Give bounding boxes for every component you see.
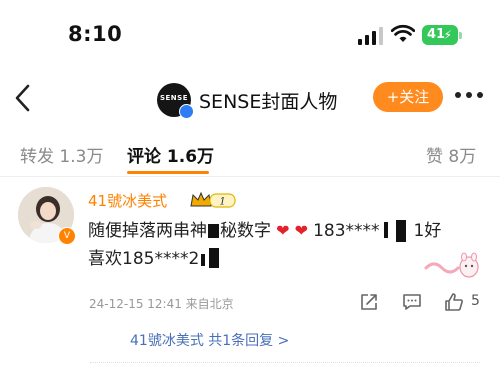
tab-reposts[interactable]: 转发 1.3万 [20,142,103,167]
rank-badge-icon: 1 [190,191,236,208]
more-icon[interactable] [453,92,485,100]
vip-badge-icon: V [58,227,76,245]
comment-line-1: 随便掉落两串神 秘数字 ❤ ❤ 183**** 1好 [88,216,441,242]
like-count: 5 [471,293,480,309]
redaction-mark [383,222,388,238]
comment-line-2: 喜欢185****2 [88,244,220,269]
account-name[interactable]: SENSE封面人物 [199,87,337,114]
comment-text-part-2: 秘数字 [220,221,271,241]
view-replies-link[interactable]: 41號冰美式 共1条回复 > [130,330,289,350]
redaction-mark [208,224,219,238]
redaction-mark [395,220,406,242]
comment-text-part-4: 1好 [413,221,442,241]
active-tab-indicator [127,171,209,174]
redaction-mark [201,254,206,266]
signal-icon [358,27,384,45]
status-time: 8:10 [68,22,123,46]
back-chevron-icon[interactable] [14,84,32,112]
tab-comments[interactable]: 评论 1.6万 [127,142,214,167]
comment-text-part-3: 183**** [313,221,380,241]
share-icon[interactable] [359,292,379,312]
comment-text-part-5: 喜欢185****2 [88,249,200,269]
comment-meta: 24-12-15 12:41 来自北京 [89,297,234,311]
tab-likes[interactable]: 赞 8万 [426,142,476,167]
commenter-name[interactable]: 41號冰美式 [88,190,167,211]
rank-level: 1 [219,197,225,208]
battery-level: 41 [427,27,446,42]
account-logo-text: SENSE [159,94,188,102]
heart-emoji-icon: ❤ [289,221,314,240]
tab-divider [0,176,500,177]
charging-bolt-icon: ⚡ [443,28,452,42]
wifi-icon [391,24,415,42]
heart-emoji-icon: ❤ [271,221,290,240]
comment-icon[interactable] [402,292,422,312]
battery-tip [459,32,462,39]
verified-icon [179,104,194,119]
like-icon[interactable] [444,292,464,312]
decoration-sticker-icon [424,252,479,278]
comment-separator [90,362,480,364]
redaction-mark [209,248,220,268]
battery-icon: 41 ⚡ [422,25,458,45]
follow-button[interactable]: +关注 [373,82,443,112]
comment-text-part-1: 随便掉落两串神 [88,221,207,241]
